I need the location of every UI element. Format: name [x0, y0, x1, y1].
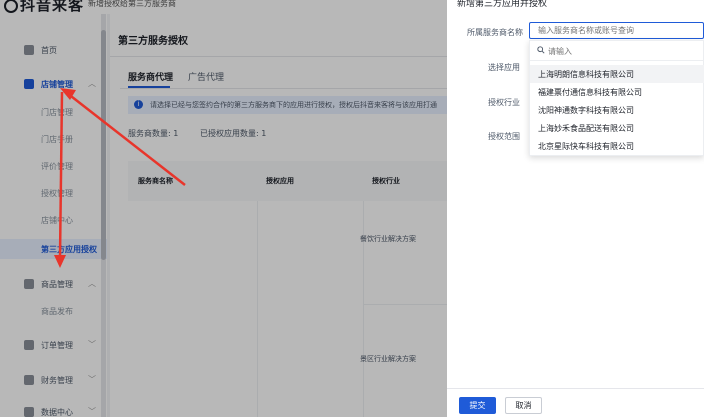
dropdown-search-input[interactable] — [548, 44, 698, 58]
cancel-button[interactable]: 取消 — [505, 397, 542, 414]
drawer-title: 新增第三方应用并授权 — [457, 0, 548, 9]
provider-search-input[interactable] — [529, 22, 704, 39]
add-app-drawer: 新增第三方应用并授权 所属服务商名称 选择应用 授权行业 授权范围 上海明朗信息… — [447, 0, 704, 417]
industry-label: 授权行业 — [488, 98, 520, 107]
annotation-arrow-line — [66, 92, 186, 186]
dropdown-search — [530, 41, 704, 61]
app-label: 选择应用 — [488, 63, 520, 72]
dropdown-option[interactable]: 福建票付通信息科技有限公司 — [530, 83, 704, 101]
dropdown-option[interactable]: 上海妙禾食品配送有限公司 — [530, 119, 704, 137]
scope-label: 授权范围 — [488, 132, 520, 141]
drawer-footer-divider — [447, 388, 704, 389]
search-icon — [537, 46, 545, 54]
dropdown-option[interactable]: 上海明朗信息科技有限公司 — [530, 65, 704, 83]
provider-dropdown: 上海明朗信息科技有限公司 福建票付通信息科技有限公司 沈阳神通数字科技有限公司 … — [529, 40, 704, 156]
dropdown-option[interactable]: 北京星际快车科技有限公司 — [530, 137, 704, 155]
submit-button[interactable]: 提交 — [459, 397, 496, 414]
annotation-arrow-line — [58, 91, 64, 259]
annotation-arrows — [54, 88, 186, 268]
annotation-arrowhead — [54, 255, 66, 268]
provider-label: 所属服务商名称 — [467, 28, 523, 37]
dropdown-option[interactable]: 沈阳神通数字科技有限公司 — [530, 101, 704, 119]
